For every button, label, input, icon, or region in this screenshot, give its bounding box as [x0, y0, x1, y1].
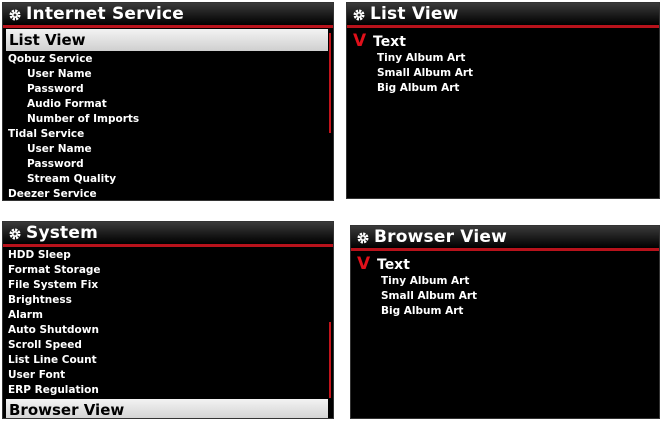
- scrollbar[interactable]: [329, 33, 331, 133]
- gear-icon: [8, 7, 22, 21]
- panel-title: System: [26, 223, 99, 243]
- menu-item[interactable]: Audio Format: [3, 97, 333, 112]
- check-mark-icon: V: [357, 254, 371, 274]
- menu-item[interactable]: Format Storage: [3, 263, 333, 278]
- menu-item[interactable]: Brightness: [3, 293, 333, 308]
- option-checked[interactable]: V Text: [347, 31, 659, 51]
- option-item[interactable]: Small Album Art: [347, 66, 659, 81]
- menu-item[interactable]: Password: [3, 82, 333, 97]
- option-item[interactable]: Big Album Art: [347, 81, 659, 96]
- option-list: V Text Tiny Album Art Small Album Art Big…: [347, 28, 659, 96]
- menu-item[interactable]: User Name: [3, 67, 333, 82]
- list-view-panel: List View V Text Tiny Album Art Small Alb…: [346, 2, 660, 199]
- menu-item[interactable]: Scroll Speed: [3, 338, 333, 353]
- scrollbar[interactable]: [329, 322, 331, 398]
- panel-title: Internet Service: [26, 4, 185, 24]
- menu-item[interactable]: Number of Imports: [3, 112, 333, 127]
- menu-item[interactable]: Password: [3, 157, 333, 172]
- system-panel: System HDD Sleep Format Storage File Sys…: [2, 221, 334, 419]
- menu-item-selected[interactable]: Browser View: [6, 399, 328, 418]
- option-checked[interactable]: V Text: [351, 254, 659, 274]
- menu-item[interactable]: Stream Quality: [3, 172, 333, 187]
- check-mark-icon: V: [353, 31, 367, 51]
- menu-item[interactable]: List Line Count: [3, 353, 333, 368]
- menu-list: HDD Sleep Format Storage File System Fix…: [3, 247, 333, 418]
- menu-item[interactable]: Tidal Service: [3, 127, 333, 142]
- title-bar: List View: [347, 3, 659, 28]
- option-item[interactable]: Small Album Art: [351, 289, 659, 304]
- title-bar: Browser View: [351, 226, 659, 251]
- title-bar: System: [3, 222, 333, 247]
- gear-icon: [356, 230, 370, 244]
- menu-item[interactable]: Alarm: [3, 308, 333, 323]
- menu-item[interactable]: File System Fix: [3, 278, 333, 293]
- browser-view-panel: Browser View V Text Tiny Album Art Small …: [350, 225, 660, 419]
- gear-icon: [352, 7, 366, 21]
- menu-item[interactable]: Qobuz Service: [3, 52, 333, 67]
- title-bar: Internet Service: [3, 3, 333, 28]
- option-list: V Text Tiny Album Art Small Album Art Big…: [351, 251, 659, 319]
- panel-title: List View: [370, 4, 459, 24]
- option-item[interactable]: Tiny Album Art: [347, 51, 659, 66]
- option-item[interactable]: Tiny Album Art: [351, 274, 659, 289]
- internet-service-panel: Internet Service List View Qobuz Service…: [2, 2, 334, 201]
- option-label: Text: [373, 34, 406, 50]
- menu-item[interactable]: User Font: [3, 368, 333, 383]
- menu-item[interactable]: User Name: [3, 142, 333, 157]
- menu-item[interactable]: ERP Regulation: [3, 383, 333, 398]
- menu-list: List View Qobuz Service User Name Passwo…: [3, 29, 333, 200]
- menu-item[interactable]: HDD Sleep: [3, 248, 333, 263]
- menu-item[interactable]: Auto Shutdown: [3, 323, 333, 338]
- panel-title: Browser View: [374, 227, 507, 247]
- menu-item[interactable]: Deezer Service: [3, 187, 333, 200]
- option-label: Text: [377, 257, 410, 273]
- gear-icon: [8, 226, 22, 240]
- option-item[interactable]: Big Album Art: [351, 304, 659, 319]
- menu-item-selected[interactable]: List View: [6, 29, 328, 51]
